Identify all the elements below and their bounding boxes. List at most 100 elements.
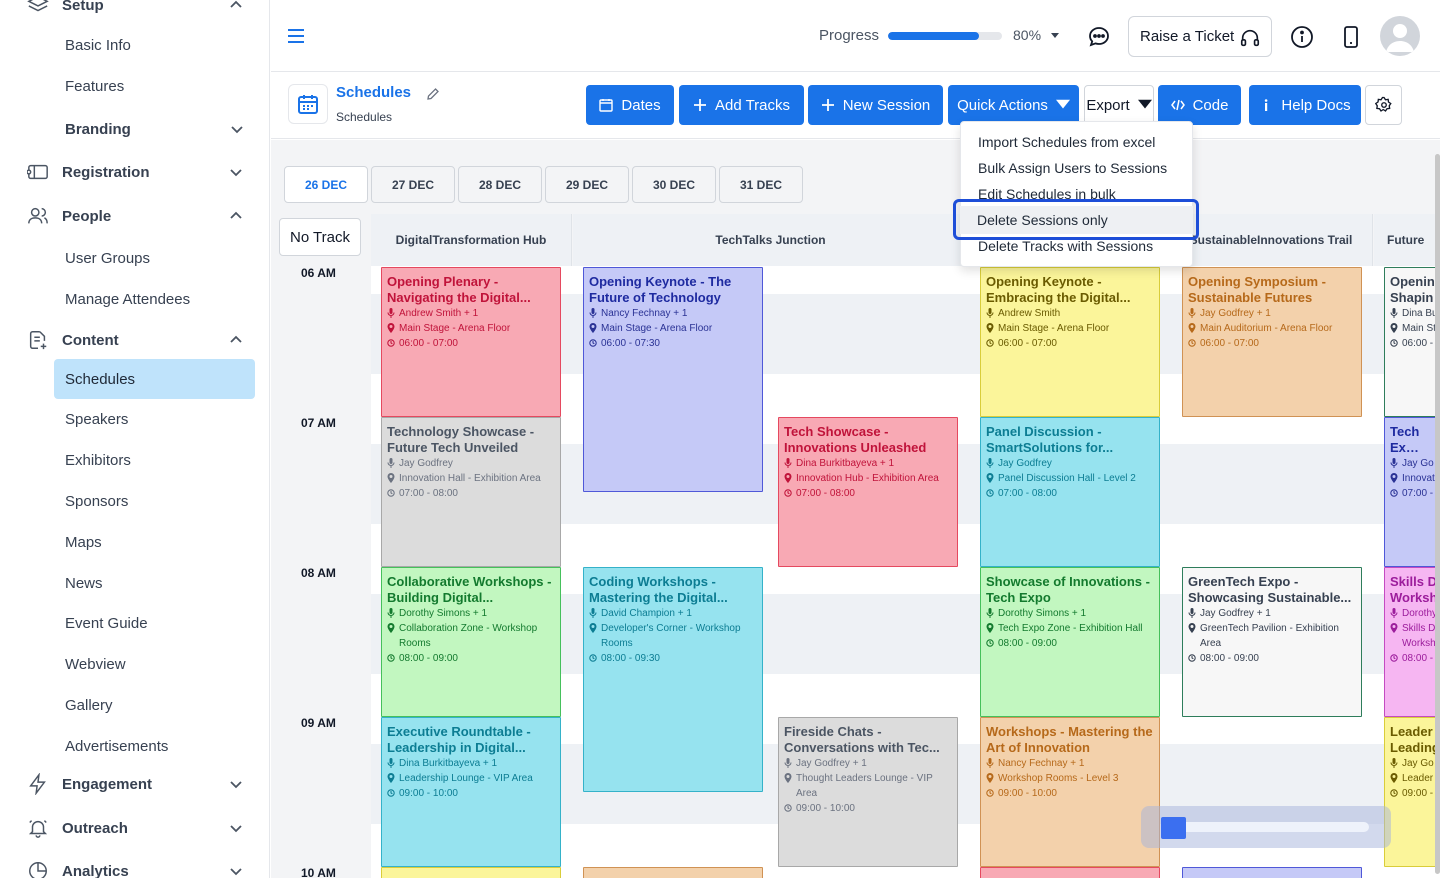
date-tab[interactable]: 29 DEC — [545, 166, 629, 203]
session-card[interactable]: Skills D Worksh Dorothy Skills D Worksho… — [1384, 567, 1440, 717]
sidebar-section-analytics[interactable]: Analytics — [26, 856, 244, 878]
menu-item-delete-sessions[interactable]: Delete Sessions only — [977, 212, 1108, 228]
sidebar-section-engagement[interactable]: Engagement — [26, 769, 244, 799]
sidebar-section-content[interactable]: Content — [26, 325, 244, 355]
session-card[interactable] — [381, 867, 561, 878]
code-button[interactable]: Code — [1158, 85, 1241, 125]
hamburger-menu-icon[interactable] — [287, 27, 305, 45]
session-card[interactable]: Panel Discussion - SmartSolutions for...… — [980, 417, 1160, 567]
settings-button[interactable] — [1365, 85, 1402, 125]
session-card[interactable]: Tech Showcase - Innovations Unleashed Di… — [778, 417, 958, 567]
menu-item-import-schedules[interactable]: Import Schedules from excel — [978, 134, 1155, 150]
session-card[interactable] — [980, 867, 1160, 878]
chevron-down-icon[interactable] — [228, 820, 244, 836]
sidebar-item-manage-attendees[interactable]: Manage Attendees — [54, 279, 255, 319]
session-card[interactable]: GreenTech Expo - Showcasing Sustainable.… — [1182, 567, 1362, 717]
sidebar-item-advertisements[interactable]: Advertisements — [54, 726, 255, 766]
track-header[interactable]: TechTalks Junction — [573, 214, 969, 266]
sidebar-section-outreach[interactable]: Outreach — [26, 813, 244, 843]
sidebar-item-event-guide[interactable]: Event Guide — [54, 603, 255, 643]
session-card[interactable]: Opening Symposium - Sustainable Futures … — [1182, 267, 1362, 417]
date-tab[interactable]: 30 DEC — [632, 166, 716, 203]
sidebar-section-people[interactable]: People — [26, 201, 244, 231]
session-card[interactable]: Collaborative Workshops - Building Digit… — [381, 567, 561, 717]
sidebar-section-setup[interactable]: Setup — [26, 0, 244, 20]
sidebar-item-branding[interactable]: Branding — [65, 114, 245, 144]
pencil-icon[interactable] — [426, 87, 440, 101]
microphone-icon — [1390, 608, 1398, 618]
map-pin-icon — [589, 623, 597, 633]
map-pin-icon — [1188, 323, 1196, 333]
raise-ticket-button[interactable]: Raise a Ticket — [1128, 16, 1272, 57]
session-card[interactable]: Coding Workshops - Mastering the Digital… — [583, 567, 763, 792]
chevron-down-icon[interactable] — [229, 121, 245, 137]
quick-actions-button[interactable]: Quick Actions — [948, 85, 1079, 125]
date-tab-label: 28 DEC — [478, 177, 522, 192]
session-location: GreenTech Pavilion - Exhibition Area — [1200, 623, 1339, 649]
sidebar-item-basic-info[interactable]: Basic Info — [54, 25, 255, 65]
sidebar-item-features[interactable]: Features — [54, 66, 255, 106]
session-card[interactable]: Leader Leading Jay Go Leader 09:00 - — [1384, 717, 1440, 867]
caret-down-icon[interactable] — [1050, 32, 1060, 40]
date-tab[interactable]: 27 DEC — [371, 166, 455, 203]
horizontal-scroll-widget[interactable] — [1141, 806, 1391, 848]
sidebar-item-schedules[interactable]: Schedules — [54, 359, 255, 399]
sidebar-item-exhibitors[interactable]: Exhibitors — [54, 440, 255, 480]
horizontal-scroll-thumb[interactable] — [1161, 817, 1186, 839]
track-header[interactable]: DigitalTransformation Hub — [371, 214, 572, 266]
session-card[interactable] — [583, 867, 763, 878]
map-pin-icon — [986, 773, 994, 783]
session-title: Openin Shapin — [1390, 274, 1435, 305]
help-docs-button[interactable]: Help Docs — [1249, 85, 1361, 125]
sidebar-item-news[interactable]: News — [54, 563, 255, 603]
sidebar-item-user-groups[interactable]: User Groups — [54, 238, 255, 278]
sidebar-item-webview[interactable]: Webview — [54, 644, 255, 684]
session-card[interactable]: Fireside Chats - Conversations with Tec.… — [778, 717, 958, 867]
session-card[interactable]: Opening Plenary - Navigating the Digital… — [381, 267, 561, 417]
new-session-button[interactable]: New Session — [808, 85, 943, 125]
sidebar-section-registration[interactable]: Registration — [26, 157, 244, 187]
menu-item-delete-tracks[interactable]: Delete Tracks with Sessions — [978, 238, 1153, 254]
avatar[interactable] — [1380, 16, 1420, 56]
chevron-down-icon[interactable] — [228, 164, 244, 180]
sidebar-item-maps[interactable]: Maps — [54, 522, 255, 562]
sidebar-item-gallery[interactable]: Gallery — [54, 685, 255, 725]
no-track-button[interactable]: No Track — [279, 218, 361, 256]
export-button[interactable]: Export — [1084, 85, 1154, 125]
chevron-down-icon[interactable] — [228, 776, 244, 792]
mobile-phone-icon[interactable] — [1341, 25, 1361, 49]
chevron-up-icon[interactable] — [228, 332, 244, 348]
dates-button[interactable]: Dates — [586, 85, 674, 125]
session-card[interactable]: Workshops - Mastering the Art of Innovat… — [980, 717, 1160, 867]
session-speaker: Jay Godfrey + 1 — [1200, 608, 1271, 619]
chevron-up-icon[interactable] — [228, 208, 244, 224]
clock-icon — [387, 789, 395, 797]
add-tracks-button[interactable]: Add Tracks — [679, 85, 804, 125]
menu-item-bulk-assign[interactable]: Bulk Assign Users to Sessions — [978, 160, 1167, 176]
microphone-icon — [986, 608, 994, 618]
track-header[interactable]: Future — [1374, 214, 1440, 266]
info-icon[interactable] — [1290, 25, 1314, 49]
session-card[interactable]: Tech Ex Workfo Jay Go Innovat 07:00 - — [1384, 417, 1440, 567]
session-title: Panel Discussion - SmartSolutions for... — [986, 424, 1114, 455]
session-card[interactable]: Opening Keynote - The Future of Technolo… — [583, 267, 763, 492]
sidebar-item-speakers[interactable]: Speakers — [54, 399, 255, 439]
sidebar-item-sponsors[interactable]: Sponsors — [54, 481, 255, 521]
date-tab[interactable]: 28 DEC — [458, 166, 542, 203]
session-card[interactable]: Showcase of Innovations - Tech Expo Doro… — [980, 567, 1160, 717]
session-card[interactable]: Technology Showcase - Future Tech Unveil… — [381, 417, 561, 567]
clock-icon — [1188, 339, 1196, 347]
date-tab[interactable]: 26 DEC — [284, 166, 368, 203]
date-tab[interactable]: 31 DEC — [719, 166, 803, 203]
calendar-icon — [599, 99, 614, 112]
chevron-down-icon[interactable] — [228, 863, 244, 878]
chevron-up-icon[interactable] — [228, 0, 244, 13]
session-card[interactable] — [1182, 867, 1362, 878]
session-card[interactable]: Executive Roundtable - Leadership in Dig… — [381, 717, 561, 867]
session-location: Innovation Hub - Exhibition Area — [796, 473, 939, 484]
session-card[interactable]: Opening Keynote - Embracing the Digital.… — [980, 267, 1160, 417]
horizontal-scroll-track[interactable] — [1161, 822, 1369, 832]
chat-bubble-icon[interactable] — [1087, 25, 1111, 49]
vertical-scrollbar[interactable] — [1435, 154, 1440, 874]
session-card[interactable]: Openin Shapin Dina Bu Main St 06:00 - — [1384, 267, 1440, 417]
